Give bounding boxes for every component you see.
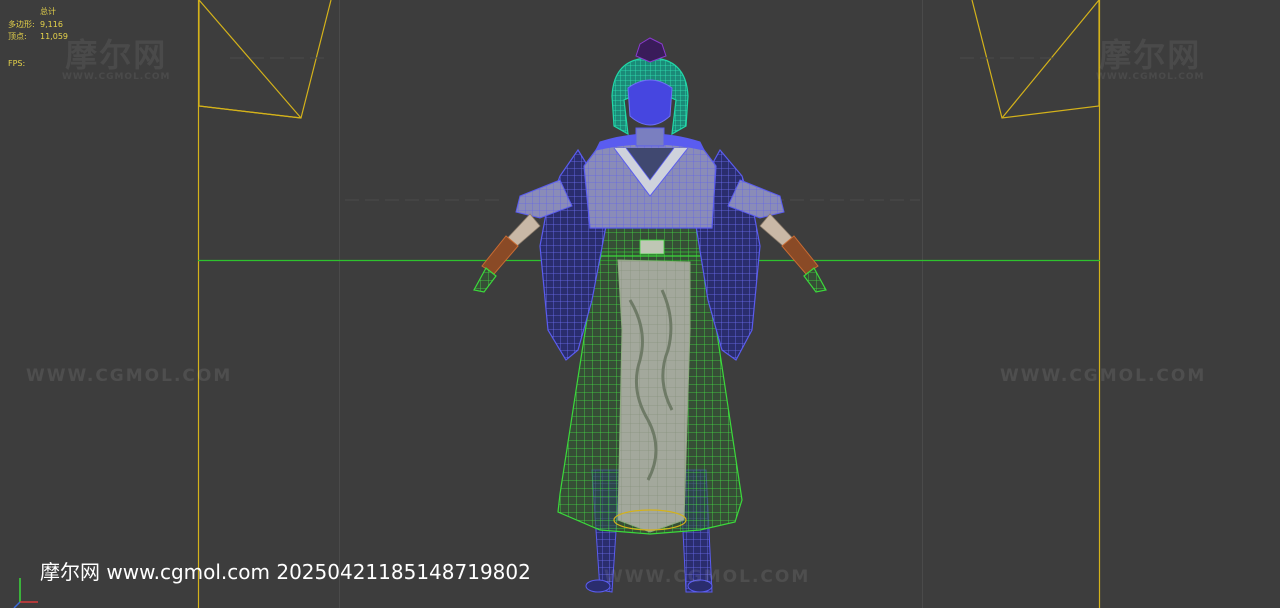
watermark-url-bottom: WWW.CGMOL.COM: [604, 567, 811, 587]
stats-vertices-value: 11,059: [40, 32, 68, 41]
character-wireframe-model[interactable]: [473, 37, 827, 593]
watermark-logo-cn: 摩尔网: [65, 36, 168, 74]
watermark-logo-cn: 摩尔网: [1099, 36, 1202, 74]
stats-fps-label: FPS:: [8, 58, 26, 68]
stats-polygons-value: 9,116: [40, 19, 63, 29]
axis-gizmo-icon: [13, 578, 38, 608]
stats-title: 总计: [40, 7, 56, 16]
watermark-logo-en: WWW.CGMOL.COM: [62, 72, 171, 82]
watermark-logo-right: 摩尔网 WWW.CGMOL.COM: [1096, 38, 1204, 82]
watermark-url-left: WWW.CGMOL.COM: [26, 366, 233, 386]
stats-polygons: 多边形: 9,116: [8, 19, 68, 32]
stats-vertices: 顶点: 11,059: [8, 31, 68, 44]
watermark-logo-left: 摩尔网 WWW.CGMOL.COM: [62, 38, 170, 82]
watermark-url-right: WWW.CGMOL.COM: [1000, 366, 1207, 386]
stats-vertices-label: 顶点:: [8, 32, 27, 41]
perspective-viewport[interactable]: 摩尔网 WWW.CGMOL.COM 摩尔网 WWW.CGMOL.COM WWW.…: [0, 0, 1280, 608]
viewport-scene[interactable]: [0, 0, 1280, 608]
image-caption: 摩尔网 www.cgmol.com 20250421185148719802: [40, 560, 531, 584]
watermark-logo-en: WWW.CGMOL.COM: [1096, 72, 1205, 82]
viewport-statistics: 总计 多边形: 9,116 顶点: 11,059 FPS:: [8, 6, 68, 70]
stats-polygons-label: 多边形:: [8, 19, 35, 29]
